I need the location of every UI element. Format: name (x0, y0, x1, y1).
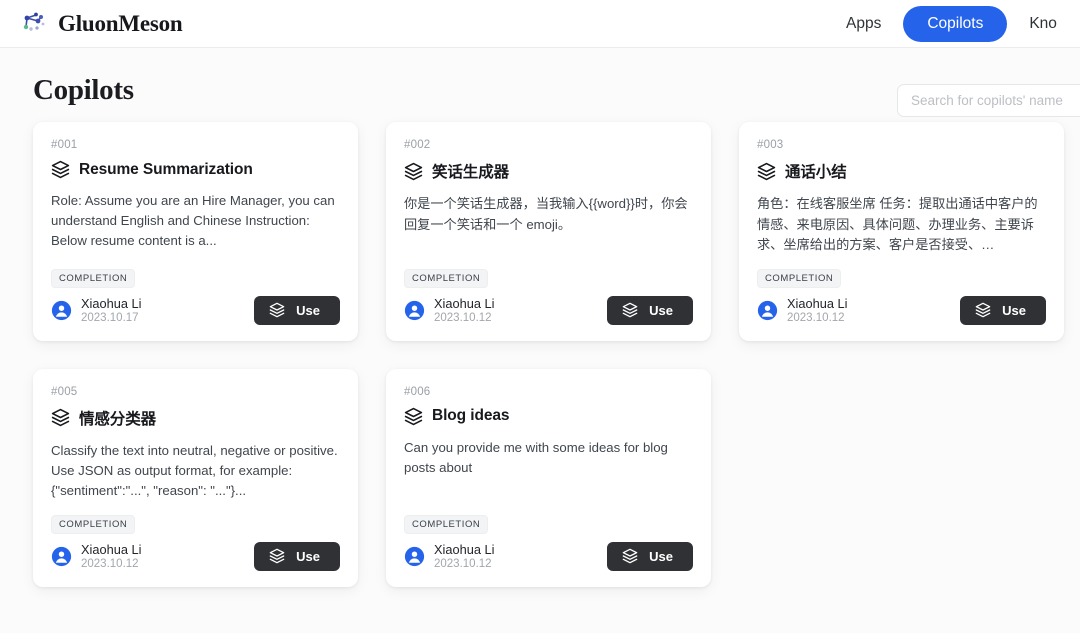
layers-icon (269, 548, 285, 564)
nav-item-copilots[interactable]: Copilots (903, 6, 1008, 42)
use-button-label: Use (296, 302, 320, 318)
brand-name: GluonMeson (58, 10, 183, 36)
card-title-row: 笑话生成器 (404, 160, 693, 182)
card-title: 通话小结 (785, 164, 847, 181)
card-id: #002 (404, 139, 431, 151)
card-description: Can you provide me with some ideas for b… (404, 439, 668, 475)
network-graph-icon (18, 9, 48, 39)
use-button[interactable]: Use (254, 295, 340, 325)
layers-icon (975, 302, 991, 318)
nav-item-knowledge[interactable]: Kno (1023, 11, 1063, 37)
card-id: #006 (404, 385, 431, 398)
avatar (51, 300, 72, 321)
brand[interactable]: GluonMeson (18, 9, 183, 39)
layers-icon (404, 162, 423, 181)
main-nav: Apps Copilots Kno (840, 0, 1063, 48)
card-description: Classify the text into neutral, negative… (51, 442, 338, 498)
author-date: 2023.10.17 (81, 312, 139, 325)
layers-icon (269, 302, 285, 318)
author-date: 2023.10.12 (787, 312, 845, 325)
author-text: Xiaohua Li 2023.10.12 (81, 542, 141, 570)
author-name: Xiaohua Li (787, 296, 848, 312)
author-date: 2023.10.12 (434, 558, 492, 571)
nav-item-apps[interactable]: Apps (840, 11, 887, 37)
author-date: 2023.10.12 (434, 312, 492, 325)
card-id: #001 (51, 139, 78, 151)
status-badge: COMPLETION (51, 514, 136, 534)
card-author: Xiaohua Li 2023.10.12 (51, 542, 141, 570)
card-description: Role: Assume you are an Hire Manager, yo… (51, 193, 335, 249)
use-button-label: Use (296, 548, 320, 564)
layers-icon (404, 407, 423, 426)
copilot-card[interactable]: #001 Resume Summarization Role: Assume y… (33, 122, 358, 341)
card-title-row: Blog ideas (404, 407, 693, 426)
use-button-label: Use (649, 548, 673, 564)
avatar (404, 546, 425, 567)
author-date: 2023.10.12 (81, 558, 139, 571)
author-name: Xiaohua Li (434, 296, 495, 312)
use-button[interactable]: Use (607, 541, 693, 571)
author-text: Xiaohua Li 2023.10.17 (81, 296, 141, 324)
card-title: 情感分类器 (79, 410, 157, 428)
card-footer: Xiaohua Li 2023.10.12 Use (51, 541, 340, 571)
card-author: Xiaohua Li 2023.10.12 (404, 296, 494, 324)
status-badge: COMPLETION (757, 268, 842, 288)
card-description: 你是一个笑话生成器，当我输入{{word}}时，你会回复一个笑话和一个 emoj… (404, 196, 688, 232)
copilot-card-grid: #001 Resume Summarization Role: Assume y… (0, 110, 1080, 587)
use-button-label: Use (1002, 302, 1026, 318)
layers-icon (622, 548, 638, 564)
card-footer: Xiaohua Li 2023.10.17 Use (51, 295, 340, 325)
app-header: GluonMeson Apps Copilots Kno (0, 0, 1080, 48)
layers-icon (622, 302, 638, 318)
page-title: Copilots (33, 73, 134, 106)
card-title: Resume Summarization (79, 160, 253, 178)
avatar (757, 300, 778, 321)
use-button-label: Use (649, 302, 673, 318)
card-footer: Xiaohua Li 2023.10.12 Use (404, 295, 693, 325)
card-title-row: Resume Summarization (51, 160, 340, 179)
copilot-card[interactable]: #003 通话小结 角色：在线客服坐席 任务：提取出通话中客户的情感、来电原因、… (739, 122, 1064, 341)
card-author: Xiaohua Li 2023.10.12 (404, 542, 494, 570)
status-badge: COMPLETION (404, 514, 489, 534)
card-footer: Xiaohua Li 2023.10.12 Use (404, 541, 693, 571)
card-title: 笑话生成器 (432, 164, 510, 181)
card-title: Blog ideas (432, 407, 510, 425)
status-badge: COMPLETION (51, 268, 136, 288)
card-author: Xiaohua Li 2023.10.12 (757, 296, 847, 324)
copilot-card[interactable]: #006 Blog ideas Can you provide me with … (386, 368, 711, 587)
use-button[interactable]: Use (254, 541, 340, 571)
use-button[interactable]: Use (960, 295, 1046, 325)
author-name: Xiaohua Li (81, 542, 142, 558)
avatar (51, 546, 72, 567)
card-title-row: 通话小结 (757, 160, 1046, 182)
search-input[interactable] (897, 84, 1080, 117)
author-text: Xiaohua Li 2023.10.12 (434, 296, 494, 324)
card-description: 角色：在线客服坐席 任务：提取出通话中客户的情感、来电原因、具体问题、办理业务、… (757, 196, 1038, 253)
card-spacer (404, 248, 693, 269)
card-footer: Xiaohua Li 2023.10.12 Use (757, 295, 1046, 325)
use-button[interactable]: Use (607, 295, 693, 325)
card-spacer (404, 491, 693, 515)
author-name: Xiaohua Li (434, 542, 495, 558)
avatar (404, 300, 425, 321)
layers-icon (51, 408, 70, 427)
author-text: Xiaohua Li 2023.10.12 (787, 296, 847, 324)
author-text: Xiaohua Li 2023.10.12 (434, 542, 494, 570)
layers-icon (51, 160, 70, 179)
card-id: #003 (757, 139, 784, 151)
copilot-card[interactable]: #005 情感分类器 Classify the text into neutra… (33, 368, 358, 587)
card-title-row: 情感分类器 (51, 407, 340, 429)
layers-icon (757, 162, 776, 181)
card-id: #005 (51, 385, 78, 398)
copilot-card[interactable]: #002 笑话生成器 你是一个笑话生成器，当我输入{{word}}时，你会回复一… (386, 122, 711, 341)
card-author: Xiaohua Li 2023.10.17 (51, 296, 141, 324)
status-badge: COMPLETION (404, 268, 489, 288)
author-name: Xiaohua Li (81, 296, 142, 312)
